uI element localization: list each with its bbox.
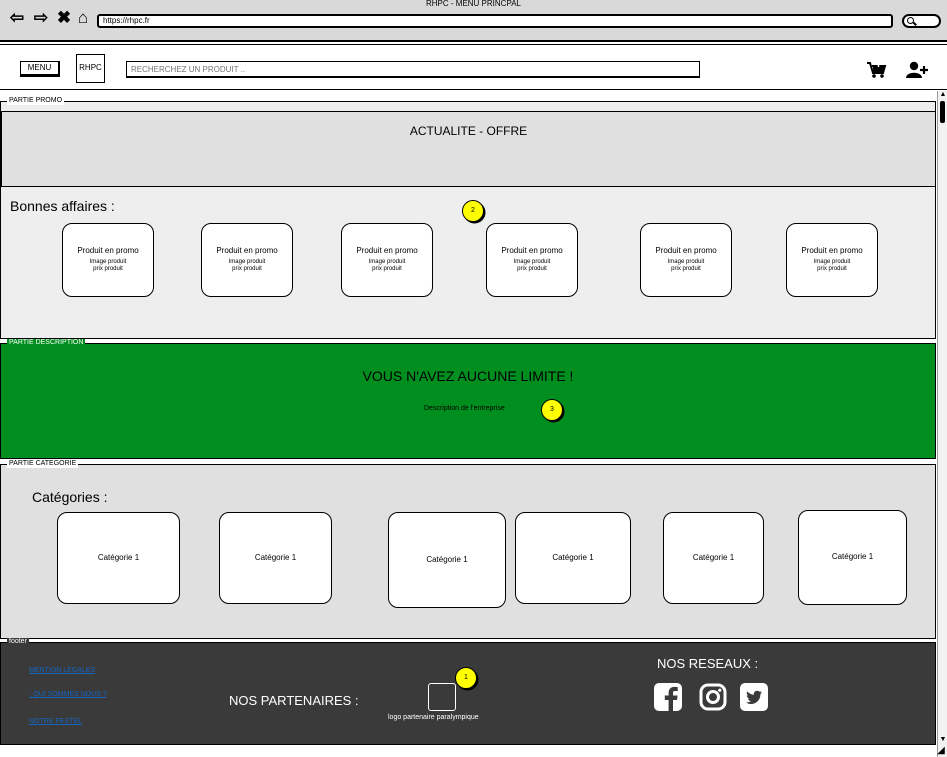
promo-product-card[interactable]: Produit en promo Image produit prix prod… [786, 223, 878, 297]
menu-button[interactable]: MENU [20, 61, 60, 77]
promo-product-card[interactable]: Produit en promo Image produit prix prod… [486, 223, 578, 297]
annotation-badge: 1 [455, 667, 477, 689]
social-title: NOS RESEAUX : [657, 656, 759, 671]
promo-product-card[interactable]: Produit en promo Image produit prix prod… [341, 223, 433, 297]
product-image-placeholder: Image produit [813, 259, 851, 265]
news-offer-title: ACTUALITE - OFFRE [409, 124, 528, 138]
partner-logo-placeholder[interactable] [428, 683, 456, 711]
category-card[interactable]: Catégorie 1 [388, 512, 506, 608]
annotation-badge: 3 [541, 399, 563, 421]
window-title: RHPC - MENU PRINCPAL [426, 0, 521, 8]
instagram-icon[interactable] [699, 683, 727, 711]
news-offer-banner[interactable]: ACTUALITE - OFFRE [0, 111, 936, 187]
product-image-placeholder: Image produit [667, 259, 705, 265]
product-price: prix produit [93, 266, 123, 272]
vertical-scrollbar[interactable]: ▲ ▼ [937, 91, 947, 757]
product-image-placeholder: Image produit [89, 259, 127, 265]
browser-search-button[interactable] [902, 14, 941, 28]
description-title: VOUS N'AVEZ AUCUNE LIMITE ! [362, 368, 574, 384]
promo-product-title: Produit en promo [77, 246, 139, 255]
app-header: MENU RHPC [0, 44, 947, 90]
cart-add-icon[interactable] [866, 61, 888, 79]
partner-logo-caption: logo partenaire paralympique [388, 714, 479, 721]
annotation-badge: 2 [462, 200, 484, 222]
back-arrow-icon[interactable]: ⇦ [8, 9, 26, 27]
search-icon [907, 17, 914, 24]
product-image-placeholder: Image produit [228, 259, 266, 265]
user-add-icon[interactable] [906, 61, 928, 79]
category-card[interactable]: Catégorie 1 [219, 512, 332, 604]
scrollbar-thumb[interactable] [940, 101, 945, 123]
product-price: prix produit [232, 266, 262, 272]
browser-chrome: RHPC - MENU PRINCPAL ⇦ ⇨ ✖ ⌂ https://rhp… [0, 0, 947, 42]
resize-grip-icon[interactable]: ◢ [935, 745, 947, 757]
category-card[interactable]: Catégorie 1 [515, 512, 631, 604]
product-image-placeholder: Image produit [513, 259, 551, 265]
product-price: prix produit [372, 266, 402, 272]
deals-heading: Bonnes affaires : [10, 198, 115, 214]
festival-link[interactable]: NOTRE FESTEL [29, 718, 82, 725]
promo-product-title: Produit en promo [356, 246, 418, 255]
forward-arrow-icon[interactable]: ⇨ [32, 9, 50, 27]
promo-product-card[interactable]: Produit en promo Image produit prix prod… [62, 223, 154, 297]
product-price: prix produit [817, 266, 847, 272]
categories-heading: Catégories : [32, 489, 108, 505]
category-section: PARTIE CATEGORIE Catégories : Catégorie … [0, 460, 936, 639]
footer-section: footer MENTION LEGALES - QUI SOMMES NOUS… [0, 638, 936, 745]
close-icon[interactable]: ✖ [55, 9, 73, 27]
home-icon[interactable]: ⌂ [74, 9, 92, 27]
description-section: PARTIE DESCRIPTION VOUS N'AVEZ AUCUNE LI… [0, 339, 936, 459]
company-description: Description de l'entreprise [424, 405, 505, 412]
site-logo[interactable]: RHPC [76, 54, 105, 83]
promo-product-title: Produit en promo [216, 246, 278, 255]
twitter-icon[interactable] [740, 683, 768, 711]
description-section-label: PARTIE DESCRIPTION [7, 339, 86, 347]
product-price: prix produit [671, 266, 701, 272]
category-card[interactable]: Catégorie 1 [663, 512, 764, 604]
about-us-link[interactable]: - QUI SOMMES NOUS ? [29, 691, 107, 698]
footer-section-label: footer [7, 638, 29, 646]
scroll-up-icon[interactable]: ▲ [939, 91, 947, 99]
promo-product-card[interactable]: Produit en promo Image produit prix prod… [640, 223, 732, 297]
category-card[interactable]: Catégorie 1 [798, 510, 907, 605]
promo-section-label: PARTIE PROMO [7, 97, 65, 105]
product-image-placeholder: Image produit [368, 259, 406, 265]
product-search-input[interactable] [126, 61, 700, 78]
product-price: prix produit [517, 266, 547, 272]
promo-product-title: Produit en promo [801, 246, 863, 255]
url-bar[interactable]: https://rhpc.fr [97, 14, 893, 28]
category-card[interactable]: Catégorie 1 [57, 512, 180, 604]
promo-product-card[interactable]: Produit en promo Image produit prix prod… [201, 223, 293, 297]
partners-title: NOS PARTENAIRES : [229, 693, 359, 708]
promo-product-title: Produit en promo [501, 246, 563, 255]
facebook-icon[interactable] [654, 683, 682, 711]
legal-notice-link[interactable]: MENTION LEGALES [29, 667, 95, 674]
category-section-label: PARTIE CATEGORIE [7, 460, 79, 468]
scroll-down-icon[interactable]: ▼ [939, 736, 947, 744]
promo-product-title: Produit en promo [655, 246, 717, 255]
